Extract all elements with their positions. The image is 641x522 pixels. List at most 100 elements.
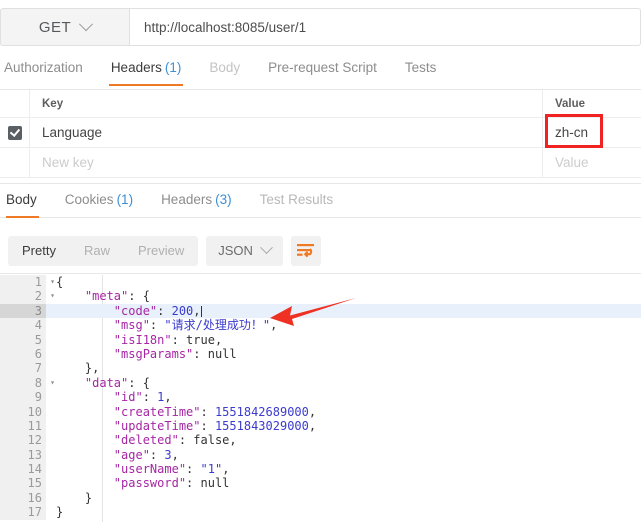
checkbox-checked-icon[interactable] <box>7 125 22 140</box>
code-token: , <box>308 404 317 419</box>
view-mode-pretty[interactable]: Pretty <box>8 236 70 266</box>
response-tab-headers-label: Headers <box>161 192 213 207</box>
line-number: 2 ▾ <box>0 289 55 304</box>
tab-body-label: Body <box>209 60 241 75</box>
fold-arrow-icon[interactable]: ▾ <box>50 376 55 390</box>
code-line: 1 ▾{ <box>0 275 641 290</box>
code-token: "updateTime" <box>113 418 201 433</box>
view-mode-preview[interactable]: Preview <box>124 236 198 266</box>
table-row-new: New key Value <box>0 148 641 178</box>
line-number: 11 <box>0 418 46 434</box>
request-url-bar: GET http://localhost:8085/user/1 <box>0 8 641 46</box>
response-tab-body-label: Body <box>6 192 37 207</box>
response-tab-body[interactable]: Body <box>0 188 51 218</box>
code-token: , <box>308 418 317 433</box>
header-value-text: zh-cn <box>555 125 589 140</box>
code-text: "deleted": false, <box>46 433 641 447</box>
line-number: 1 ▾ <box>0 275 55 290</box>
code-token: "请求/处理成功！" <box>164 318 271 333</box>
code-token: "msgParams" <box>113 346 194 361</box>
code-token: } <box>56 505 64 520</box>
response-tab-test-results-label: Test Results <box>259 192 334 207</box>
fold-arrow-icon[interactable]: ▾ <box>50 275 55 289</box>
code-token: , <box>193 303 201 318</box>
line-number: 10 <box>0 404 46 419</box>
code-token: "createTime" <box>113 404 201 419</box>
line-number: 4 <box>0 318 46 333</box>
response-tab-cookies[interactable]: Cookies (1) <box>51 188 147 217</box>
code-line: 8 ▾ "data": { <box>0 375 641 391</box>
code-token: : <box>149 447 165 462</box>
tab-body[interactable]: Body <box>195 56 254 85</box>
code-line: 9 "id": 1, <box>0 390 641 405</box>
code-token: : <box>186 462 201 477</box>
response-tab-test-results[interactable]: Test Results <box>246 188 348 217</box>
code-text: }, <box>46 361 641 375</box>
code-line: 11 "updateTime": 1551843029000, <box>0 418 641 434</box>
code-token: 1551842689000 <box>214 404 309 419</box>
header-key-input[interactable]: Language <box>30 118 543 147</box>
http-method-label: GET <box>38 18 72 36</box>
tab-tests-label: Tests <box>404 60 437 75</box>
code-token: { <box>56 275 64 289</box>
code-token: "userName" <box>113 462 187 477</box>
code-line: 17} <box>0 505 641 520</box>
code-line: 16 } <box>0 490 641 506</box>
response-format-label: JSON <box>218 243 253 258</box>
code-token: : { <box>128 375 150 390</box>
code-token: false <box>193 433 230 448</box>
new-key-input[interactable]: New key <box>30 148 543 177</box>
column-header-value: Value <box>555 97 586 110</box>
code-line: 2 ▾ "meta": { <box>0 289 641 304</box>
header-value-input[interactable]: zh-cn <box>543 114 641 148</box>
line-number: 12 <box>0 433 46 448</box>
line-number: 8 ▾ <box>0 375 55 391</box>
code-token: "deleted" <box>113 433 179 448</box>
view-mode-raw[interactable]: Raw <box>70 236 124 266</box>
http-method-selector[interactable]: GET <box>0 8 129 46</box>
code-token: "code" <box>113 303 158 318</box>
response-tab-headers[interactable]: Headers (3) <box>147 188 246 217</box>
code-text: "isI18n": true, <box>46 333 641 347</box>
header-checkbox-column <box>0 90 30 117</box>
line-number: 5 <box>0 332 46 347</box>
new-value-input[interactable]: Value <box>543 148 641 177</box>
line-number: 9 <box>0 390 46 405</box>
word-wrap-button[interactable] <box>290 235 321 266</box>
code-token: : <box>171 332 187 347</box>
code-text: "userName": "1", <box>46 462 641 476</box>
tab-tests[interactable]: Tests <box>391 56 451 85</box>
view-mode-group: Pretty Raw Preview <box>8 235 199 266</box>
code-token: "id" <box>113 390 143 405</box>
table-header-row: Key Value <box>0 90 641 118</box>
code-line: 10 "createTime": 1551842689000, <box>0 404 641 419</box>
tab-headers[interactable]: Headers (1) <box>97 56 196 86</box>
line-number: 13 <box>0 447 46 463</box>
code-token: 3 <box>164 447 172 462</box>
response-body-toolbar: Pretty Raw Preview JSON <box>0 228 641 274</box>
code-text: "createTime": 1551842689000, <box>46 405 641 419</box>
response-format-selector[interactable]: JSON <box>206 235 283 266</box>
fold-arrow-icon[interactable]: ▾ <box>50 289 55 303</box>
line-number: 17 <box>0 505 46 520</box>
tab-authorization-label: Authorization <box>4 60 83 75</box>
headers-table: Key Value Language zh-cn New key Value <box>0 90 641 178</box>
code-token: : <box>200 418 215 433</box>
tab-headers-count: (1) <box>164 60 182 75</box>
tab-pre-request-script-label: Pre-request Script <box>268 60 377 75</box>
column-header-key: Key <box>30 90 543 117</box>
row-checkbox-cell[interactable] <box>0 118 30 147</box>
request-url-input[interactable]: http://localhost:8085/user/1 <box>129 8 641 46</box>
tab-authorization[interactable]: Authorization <box>0 56 97 85</box>
code-token: "meta" <box>84 289 129 304</box>
word-wrap-icon <box>297 243 315 257</box>
response-body-code-editor[interactable]: 1 ▾{2 ▾ "meta": {3 "code": 200, 4 "msg": "请… <box>0 275 641 522</box>
line-number: 16 <box>0 490 46 506</box>
tab-pre-request-script[interactable]: Pre-request Script <box>254 56 391 85</box>
code-token: true <box>186 332 215 347</box>
code-token: , <box>214 332 223 347</box>
